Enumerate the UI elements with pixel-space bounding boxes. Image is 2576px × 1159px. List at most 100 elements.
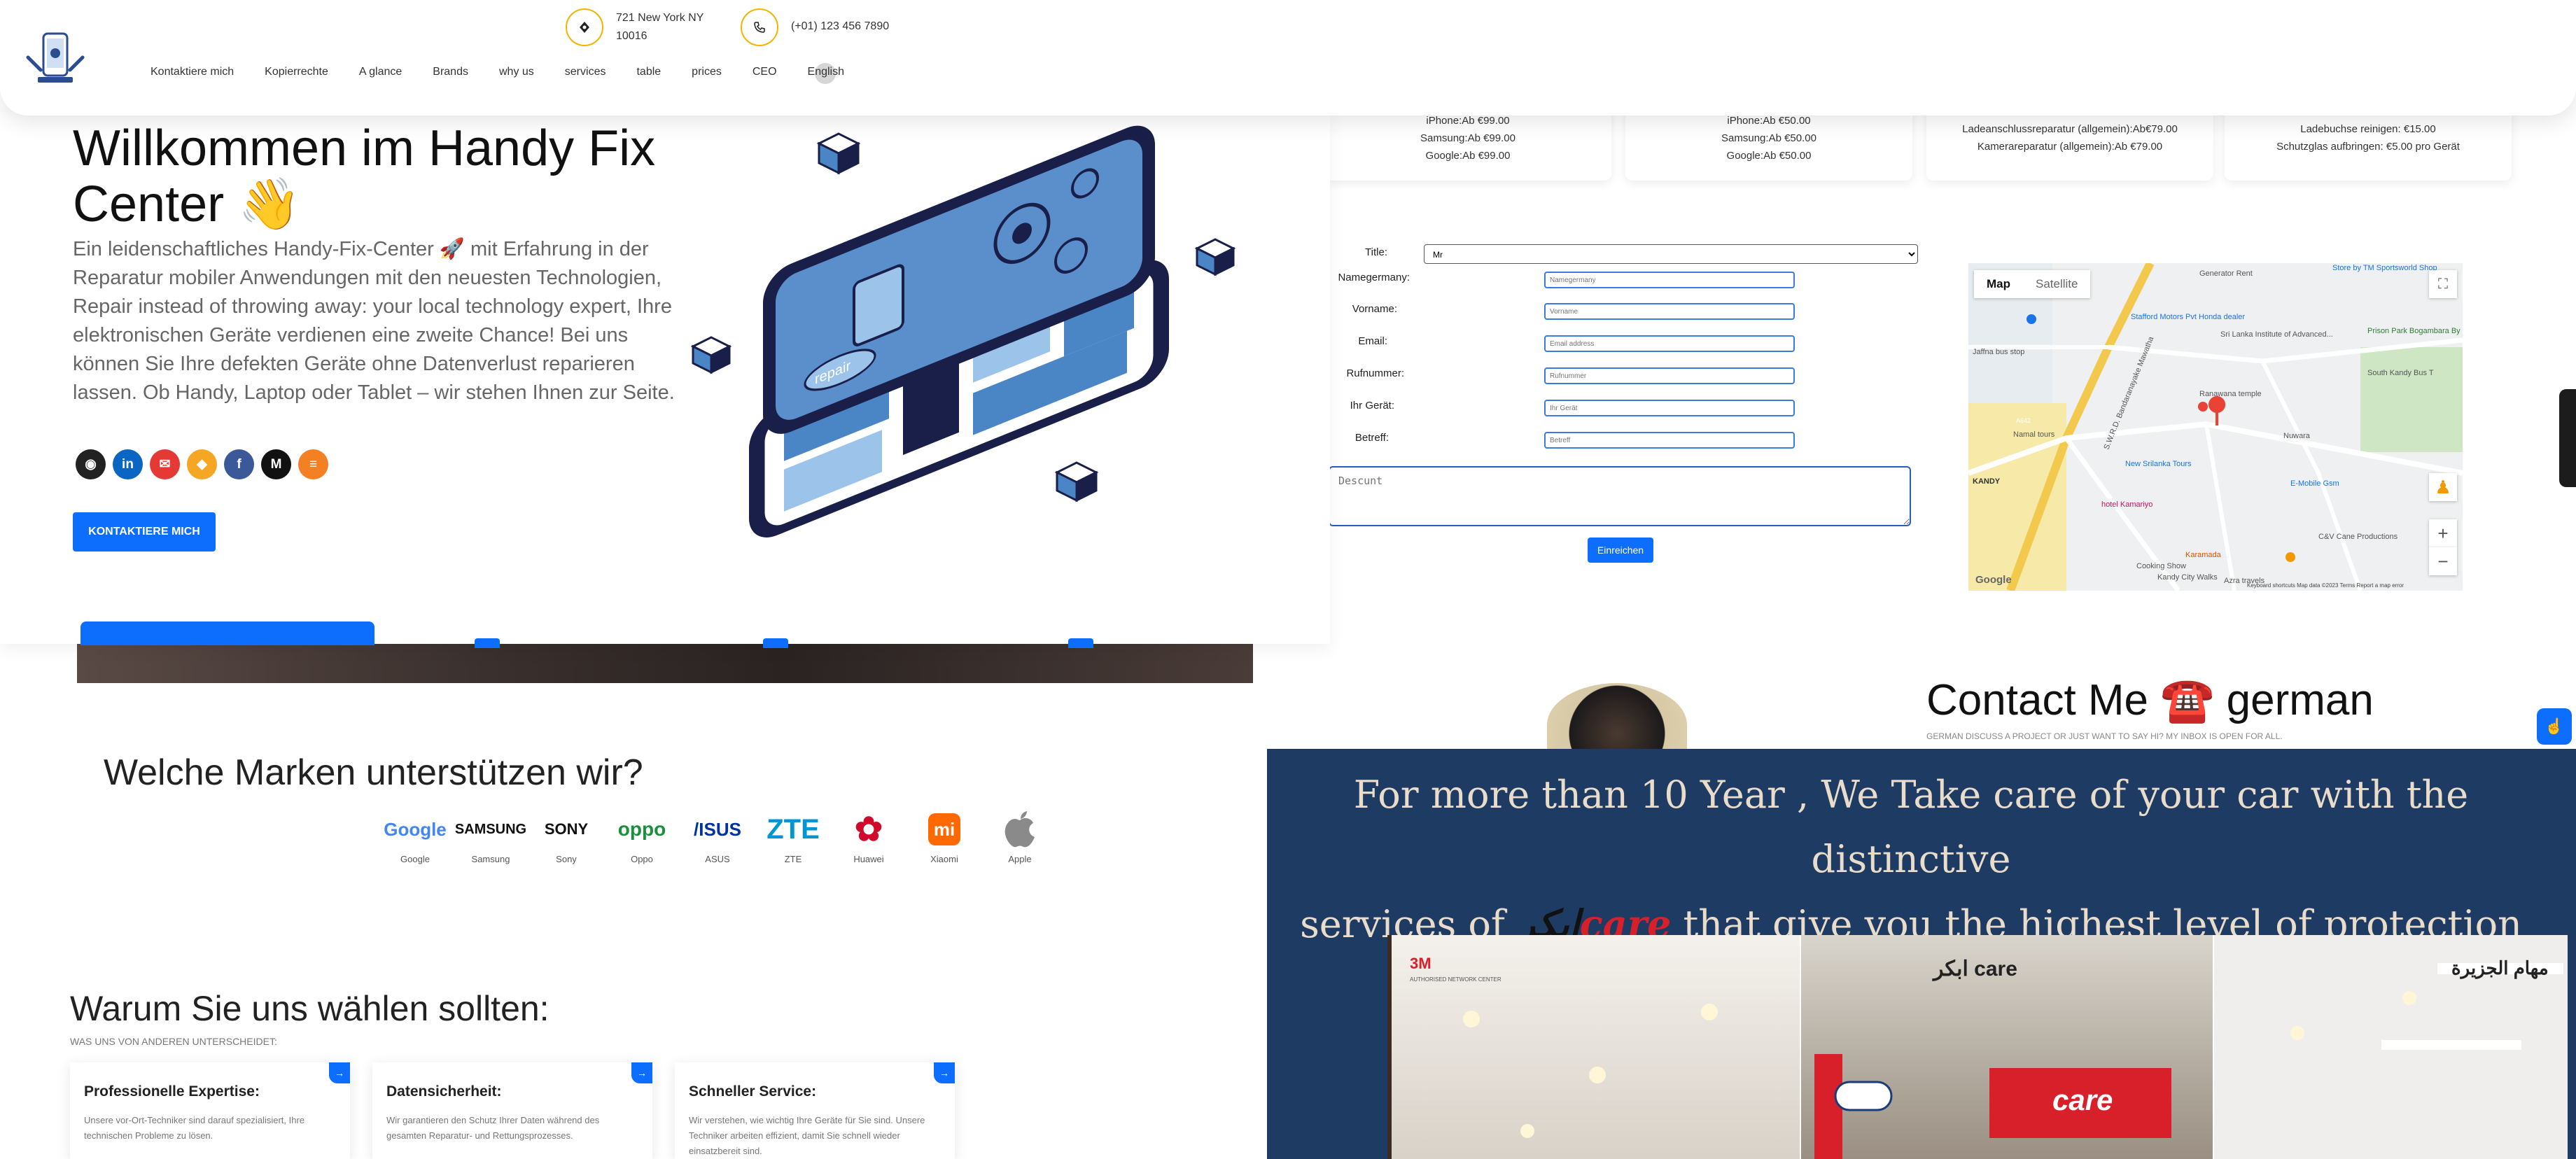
- nav-why-us[interactable]: why us: [499, 66, 534, 78]
- linkedin-icon[interactable]: in: [113, 449, 143, 479]
- care-store-photo: 3M AUTHORISED NETWORK CENTER ابكر care م…: [1387, 935, 2568, 1159]
- hand-pointer-icon[interactable]: ☝: [2537, 708, 2572, 745]
- github-icon[interactable]: ◉: [76, 449, 106, 479]
- address-chip: 721 New York NY 10016: [566, 8, 704, 46]
- google-map[interactable]: New Srilanka Tours Cooking Show Azra tra…: [1968, 263, 2463, 591]
- nav-brands[interactable]: Brands: [433, 66, 468, 78]
- phone-chip: (+01) 123 456 7890: [741, 8, 889, 46]
- stackoverflow-icon[interactable]: ≡: [298, 449, 328, 479]
- brand-item: Apple: [987, 809, 1053, 864]
- nav-ceo[interactable]: CEO: [752, 66, 777, 78]
- contact-subtitle: GERMAN DISCUSS A PROJECT OR JUST WANT TO…: [1926, 731, 2283, 741]
- language-toggle[interactable]: English: [807, 63, 845, 84]
- email-input[interactable]: [1544, 335, 1795, 352]
- satellite-tab[interactable]: Satellite: [2023, 270, 2090, 298]
- map-pin-icon[interactable]: [2208, 396, 2226, 413]
- map-place-label: South Kandy Bus T: [2367, 369, 2434, 377]
- medium-icon[interactable]: M: [261, 449, 291, 479]
- brand-label: Huawei: [853, 854, 884, 864]
- map-place-label: E-Mobile Gsm: [2290, 479, 2339, 488]
- contact-me-button[interactable]: KONTAKTIERE MICH: [73, 512, 216, 552]
- nav-table[interactable]: table: [636, 66, 661, 78]
- banner-text: For more than 10 Year , We Take care of …: [1267, 763, 2555, 957]
- nav-kontaktiere-mich[interactable]: Kontaktiere mich: [150, 66, 234, 78]
- map-place-label: New Srilanka Tours: [2125, 460, 2192, 468]
- brand-logo-zte: ZTE: [766, 813, 820, 845]
- brand-item: oppo Oppo: [609, 809, 675, 864]
- phone-repair-illustration: repair: [690, 125, 1236, 538]
- betreff-input[interactable]: [1544, 432, 1795, 449]
- brand-logo-apple: [1004, 809, 1036, 850]
- arrow-right-icon[interactable]: →: [934, 1062, 955, 1083]
- zoom-out-icon[interactable]: −: [2429, 547, 2457, 575]
- zoom-in-icon[interactable]: +: [2429, 519, 2457, 547]
- message-textarea[interactable]: [1329, 466, 1911, 526]
- why-card-title: Professionelle Expertise:: [84, 1083, 260, 1100]
- map-place-label: Prison Park Bogambara By Lakcan: [2367, 327, 2463, 335]
- brand-label: Xiaomi: [930, 854, 958, 864]
- brand-logo-google: Google: [384, 818, 447, 840]
- language-label: English: [807, 66, 845, 78]
- map-place-label: Ranawana temple: [2199, 390, 2262, 398]
- contact-title: Contact Me ☎️ german: [1926, 676, 2374, 724]
- tab-item[interactable]: [763, 638, 788, 648]
- pegman-icon[interactable]: ♟: [2429, 473, 2457, 501]
- logo-phone-repair-icon[interactable]: [24, 29, 87, 88]
- side-feedback-tab[interactable]: [2559, 389, 2576, 487]
- map-place-label: Jaffna bus stop: [1973, 348, 2024, 356]
- why-card-text: Wir garantieren den Schutz Ihrer Daten w…: [386, 1115, 600, 1141]
- price-line: Google:Ab €50.00: [1726, 150, 1812, 162]
- price-line: Google:Ab €99.00: [1425, 150, 1511, 162]
- map-place-label: Store by TM Sportsworld Shop: [2332, 264, 2437, 272]
- photo-3m-sub: AUTHORISED NETWORK CENTER: [1410, 976, 1502, 983]
- nav-a-glance[interactable]: A glance: [359, 66, 402, 78]
- phone-number[interactable]: (+01) 123 456 7890: [791, 20, 889, 34]
- title-select[interactable]: Mr: [1424, 244, 1918, 264]
- tab-item[interactable]: [1068, 638, 1093, 648]
- nav-kopierrechte[interactable]: Kopierrechte: [265, 66, 328, 78]
- google-logo: Google: [1975, 574, 2012, 586]
- brand-label: ZTE: [784, 854, 802, 864]
- brand-logos: Google Google SAMSUNG Samsung SONY Sony oppo Op…: [382, 809, 1053, 864]
- map-footer[interactable]: Keyboard shortcuts Map data ©2023 Terms …: [2247, 582, 2404, 589]
- map-pin-icon[interactable]: [2198, 402, 2208, 412]
- why-us-subtitle: WAS UNS VON ANDEREN UNTERSCHEIDET:: [70, 1036, 277, 1047]
- social-links: ◉ in ✉ ◆ f M ≡: [76, 449, 328, 479]
- map-place-label: Generator Rent: [2199, 269, 2253, 278]
- brand-label: Samsung: [471, 854, 510, 864]
- submit-button[interactable]: Einreichen: [1588, 538, 1653, 563]
- map-place-label: Sri Lanka Institute of Advanced...: [2220, 330, 2333, 339]
- brand-item: ✿ Huawei: [836, 809, 902, 864]
- brand-label: Oppo: [631, 854, 653, 864]
- namegermany-input[interactable]: [1544, 272, 1795, 288]
- nav-services[interactable]: services: [565, 66, 606, 78]
- top-header: 721 New York NY 10016 (+01) 123 456 7890…: [0, 0, 2576, 115]
- brand-logo-xiaomi: mi: [928, 813, 960, 845]
- price-line: Samsung:Ab €50.00: [1721, 132, 1816, 144]
- arrow-right-icon[interactable]: →: [329, 1062, 350, 1083]
- tab-item[interactable]: [475, 638, 500, 648]
- hero-title: Willkommen im Handy Fix Center 👋: [73, 120, 689, 232]
- mail-icon[interactable]: ✉: [150, 449, 180, 479]
- why-card-title: Schneller Service:: [689, 1083, 817, 1100]
- facebook-icon[interactable]: f: [224, 449, 254, 479]
- tab-active[interactable]: [80, 621, 374, 645]
- page: 721 New York NY 10016 (+01) 123 456 7890…: [0, 0, 2576, 1159]
- brand-logo-asus: /ISUS: [694, 818, 741, 840]
- vorname-input[interactable]: [1544, 303, 1795, 320]
- address-line-1: 721 New York NY: [616, 12, 704, 24]
- fullscreen-icon[interactable]: ⛶: [2429, 270, 2457, 298]
- why-card-title: Datensicherheit:: [386, 1083, 502, 1100]
- map-tab[interactable]: Map: [1974, 270, 2023, 298]
- geraet-input[interactable]: [1544, 400, 1795, 416]
- map-place-label: Cooking Show: [2136, 562, 2186, 570]
- price-card: iPhone:Ab €99.00 Samsung:Ab €99.00 Googl…: [1324, 105, 1611, 181]
- gitlab-icon[interactable]: ◆: [187, 449, 217, 479]
- hero-description: Ein leidenschaftliches Handy-Fix-Center …: [73, 238, 675, 404]
- nav-prices[interactable]: prices: [692, 66, 722, 78]
- brand-logo-oppo: oppo: [617, 818, 666, 840]
- why-card: → Professionelle Expertise: Unsere vor-O…: [70, 1062, 350, 1159]
- photo-brand-sign: ابكر care: [1932, 957, 2017, 981]
- arrow-right-icon[interactable]: →: [631, 1062, 652, 1083]
- rufnummer-input[interactable]: [1544, 367, 1795, 384]
